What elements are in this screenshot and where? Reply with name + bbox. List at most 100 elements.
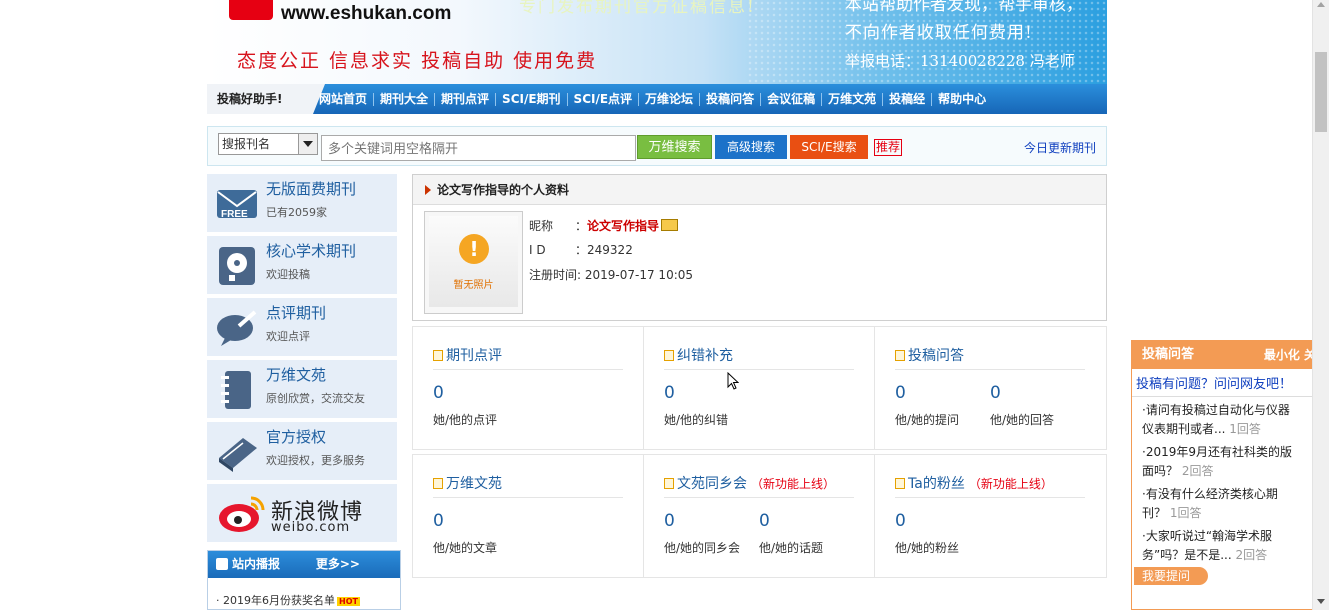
scie-search-button[interactable]: SCI/E搜索 [790, 135, 868, 159]
broadcast-more-link[interactable]: 更多>> [316, 551, 360, 578]
broadcast-icon [216, 558, 228, 570]
reg-time-label: 注册时间: [529, 268, 582, 282]
ask-question-button[interactable]: 我要提问 [1134, 567, 1208, 585]
sidebar-item-sub: 原创欣赏，交流交友 [266, 392, 365, 405]
stat-card-title[interactable]: 投稿问答 [895, 345, 964, 365]
reg-time-value: 2019-07-17 10:05 [584, 268, 694, 282]
nav-link-conference[interactable]: 会议征稿 [761, 92, 823, 106]
site-logo-icon[interactable] [229, 0, 273, 20]
stat-label: 她/他的点评 [433, 413, 498, 427]
sidebar-item-reviewed-journals[interactable]: 点评期刊 欢迎点评 [207, 298, 397, 356]
site-broadcast-panel: 站内播报 更多>> · 2019年6月份获奖名单 HOT [207, 550, 401, 610]
document-icon [433, 478, 443, 489]
site-url[interactable]: www.eshukan.com [281, 3, 451, 25]
book-icon [215, 430, 259, 474]
list-item[interactable]: ·请问有投稿过自动化与仪器仪表期刊或者... 1回答 [1132, 397, 1312, 439]
answer-count: 2回答 [1181, 464, 1214, 478]
stat-count[interactable]: 0 [433, 511, 444, 531]
document-icon [664, 478, 674, 489]
list-item[interactable]: ·大家听说过“翰海学术服务”吗？是不是... 2回答 [1132, 523, 1312, 565]
profile-header: 论文写作指导的个人资料 [413, 175, 1106, 205]
stat-card-title[interactable]: 期刊点评 [433, 345, 502, 365]
stat-card-hometown: 文苑同乡会 （新功能上线） 0 他/她的同乡会 0 他/她的话题 [644, 455, 875, 577]
advanced-search-button[interactable]: 高级搜索 [715, 135, 787, 159]
document-icon [433, 350, 443, 361]
nav-link-help[interactable]: 帮助中心 [932, 92, 992, 106]
sidebar-item-title: 官方授权 [266, 428, 327, 446]
stat-count[interactable]: 0 [895, 511, 906, 531]
minimize-close-controls[interactable]: 最小化 关 [1264, 341, 1316, 369]
question-text: ·有没有什么经济类核心期刊？ [1142, 487, 1278, 520]
broadcast-item[interactable]: · 2019年6月份获奖名单 HOT [208, 578, 400, 608]
search-type-select[interactable]: 搜报刊名 [218, 133, 318, 155]
banner-note: 不向作者收取任何费用! [845, 23, 1033, 43]
stat-card-articles: 万维文苑 0 他/她的文章 [413, 455, 644, 577]
weibo-link[interactable]: 新浪微博 weibo.com [207, 484, 397, 542]
sidebar-item-literary[interactable]: 万维文苑 原创欣赏，交流交友 [207, 360, 397, 418]
report-phone: 举报电话：13140028228 冯老师 [845, 52, 1075, 70]
no-photo-label: 暂无照片 [453, 280, 494, 291]
chevron-down-icon[interactable] [298, 134, 317, 154]
broadcast-item-text: · 2019年6月份获奖名单 [216, 594, 335, 607]
nav-helper-label: 投稿好助手! [207, 84, 325, 114]
stats-row-2: 万维文苑 0 他/她的文章 文苑同乡会 （新功能上线） 0 他/她的同乡会 0 他… [412, 454, 1107, 578]
stat-count[interactable]: 0 [990, 383, 1001, 403]
sidebar-item-core-journals[interactable]: 核心学术期刊 欢迎投稿 [207, 236, 397, 294]
vertical-scrollbar[interactable] [1312, 0, 1329, 610]
sidebar-item-title: 核心学术期刊 [266, 242, 357, 260]
warning-icon: ! [459, 234, 489, 264]
nav-link-submission-tips[interactable]: 投稿经 [883, 92, 933, 106]
nav-link-qa[interactable]: 投稿问答 [700, 92, 762, 106]
sidebar-item-free-journals[interactable]: FREE 无版面费期刊 已有2059家 [207, 174, 397, 232]
nav-link-scie-reviews[interactable]: SCI/E点评 [568, 92, 640, 106]
stat-count[interactable]: 0 [895, 383, 906, 403]
nickname-label: 昵称 [529, 219, 554, 233]
nickname-value[interactable]: 论文写作指导 [587, 219, 659, 233]
nav-link-scie-journals[interactable]: SCI/E期刊 [496, 92, 568, 106]
profile-panel: 论文写作指导的个人资料 ! 暂无照片 昵称 ：论文写作指导 I D ：249322 … [412, 174, 1107, 321]
question-text: ·请问有投稿过自动化与仪器仪表期刊或者... [1142, 403, 1290, 436]
stat-card-corrections: 纠错补充 0 她/他的纠错 [644, 327, 875, 449]
list-item[interactable]: ·有没有什么经济类核心期刊？ 1回答 [1132, 481, 1312, 523]
stat-count[interactable]: 0 [759, 511, 770, 531]
sidebar-item-sub: 欢迎点评 [266, 330, 310, 343]
stat-count[interactable]: 0 [664, 511, 675, 531]
sidebar-item-sub: 已有2059家 [266, 206, 327, 219]
mail-icon[interactable] [661, 219, 679, 231]
ask-widget-title: 投稿问答 [1142, 347, 1195, 362]
stat-card-title[interactable]: Ta的粉丝 （新功能上线） [895, 473, 1053, 493]
scroll-down-icon[interactable] [1317, 599, 1325, 604]
stats-row-1: 期刊点评 0 她/他的点评 纠错补充 0 她/他的纠错 投稿问答 0 他/她的提… [412, 326, 1107, 450]
nav-link-home[interactable]: 网站首页 [313, 92, 375, 106]
list-item[interactable]: ·2019年9月还有社科类的版面吗？ 2回答 [1132, 439, 1312, 481]
search-input[interactable] [321, 135, 636, 161]
stat-card-title-text: 投稿问答 [908, 348, 964, 364]
scrollbar-thumb[interactable] [1315, 52, 1327, 132]
nav-link-journals[interactable]: 期刊大全 [374, 92, 436, 106]
stat-card-title[interactable]: 文苑同乡会 （新功能上线） [664, 473, 835, 493]
id-label: I D [529, 243, 546, 257]
stat-card-title[interactable]: 万维文苑 [433, 473, 502, 493]
ask-widget-question-link[interactable]: 投稿有问题？问问网友吧！ [1132, 369, 1312, 392]
scroll-up-icon[interactable] [1317, 2, 1325, 7]
stat-label: 他/她的回答 [990, 413, 1055, 427]
sidebar-item-authorization[interactable]: 官方授权 欢迎授权，更多服务 [207, 422, 397, 480]
reg-time-row: 注册时间: 2019-07-17 10:05 [529, 266, 693, 283]
nav-link-literary[interactable]: 万维文苑 [822, 92, 884, 106]
answer-count: 1回答 [1229, 422, 1261, 436]
weibo-domain: weibo.com [271, 520, 351, 535]
nav-link-forum[interactable]: 万维论坛 [639, 92, 701, 106]
nav-link-reviews[interactable]: 期刊点评 [435, 92, 497, 106]
comment-pen-icon [215, 306, 259, 350]
stat-card-title[interactable]: 纠错补充 [664, 345, 733, 365]
stat-label: 他/她的同乡会 [664, 541, 741, 555]
stat-count[interactable]: 0 [433, 383, 444, 403]
stat-label: 他/她的提问 [895, 413, 960, 427]
banner-tagline: 专门发布期刊官方征稿信息! [519, 0, 756, 17]
wanwei-search-button[interactable]: 万维搜索 [637, 135, 712, 159]
today-update-link[interactable]: 今日更新期刊 [1024, 139, 1096, 156]
recommend-badge[interactable]: 推荐 [874, 139, 903, 156]
answer-count: 1回答 [1169, 506, 1202, 520]
stat-card-title-text: 万维文苑 [446, 476, 502, 492]
stat-count[interactable]: 0 [664, 383, 675, 403]
